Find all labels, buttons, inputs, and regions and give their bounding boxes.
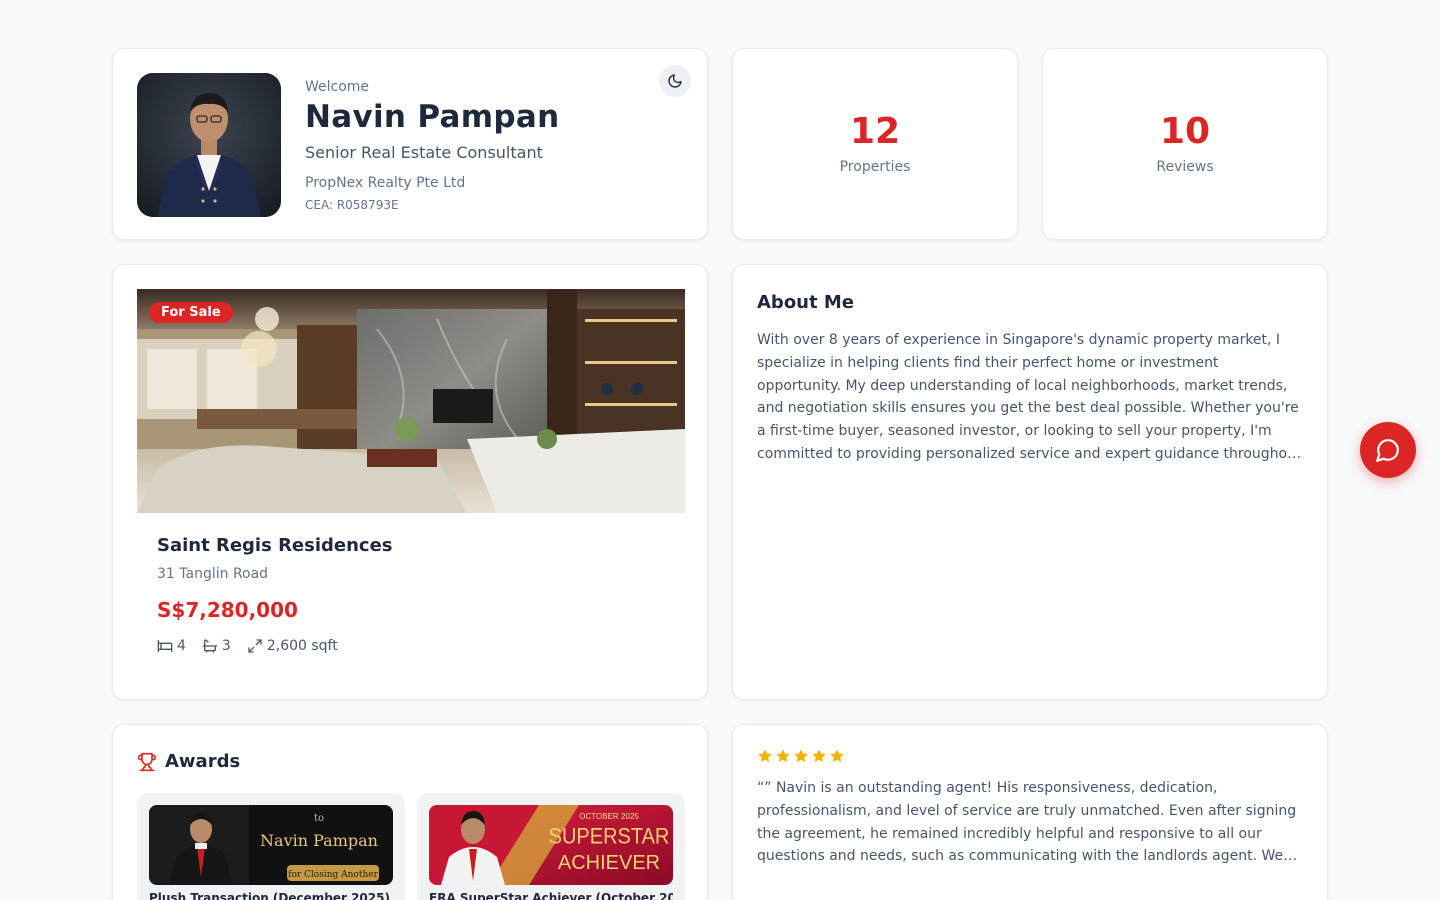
cea-number: CEA: R058793E <box>305 198 399 212</box>
reviews-label: Reviews <box>1156 159 1214 175</box>
welcome-label: Welcome <box>305 79 370 95</box>
review-text: “” Navin is an outstanding agent! His re… <box>757 780 1297 865</box>
award-image-text-closing: for Closing Another <box>288 870 378 880</box>
moon-icon <box>668 74 682 88</box>
star-rating <box>757 748 845 764</box>
star-icon <box>794 749 808 763</box>
bathrooms-feature: 3 <box>202 638 231 654</box>
trophy-icon <box>137 752 157 771</box>
star-icon <box>776 749 790 763</box>
award-image-text-name: Navin Pampan <box>260 831 378 850</box>
award-image[interactable]: OCTOBER 2025 SUPERSTAR ACHIEVER <box>429 805 673 885</box>
review-card: “” Navin is an outstanding agent! His re… <box>732 724 1328 900</box>
profile-card: Welcome Navin Pampan Senior Real Estate … <box>112 48 708 240</box>
about-text: With over 8 years of experience in Singa… <box>757 332 1302 462</box>
award-image-text-date: OCTOBER 2025 <box>579 812 639 821</box>
awards-header: Awards <box>137 751 240 772</box>
star-icon <box>758 749 772 763</box>
bath-icon <box>202 639 218 653</box>
properties-label: Properties <box>839 159 911 175</box>
property-listing-card[interactable]: For Sale Saint Regis Residences 31 Tangl… <box>112 264 708 700</box>
award-item[interactable]: to Navin Pampan for Closing Another Plus… <box>137 793 405 900</box>
theme-toggle-button[interactable] <box>659 65 691 97</box>
award-image-text-achiever: ACHIEVER <box>558 852 660 874</box>
agent-name: Navin Pampan <box>305 99 560 135</box>
properties-count: 12 <box>849 111 901 152</box>
property-price: S$7,280,000 <box>157 598 298 622</box>
agent-photo <box>137 73 281 217</box>
about-me-card: About Me With over 8 years of experience… <box>732 264 1328 700</box>
bedrooms-feature: 4 <box>157 638 186 654</box>
bedrooms-count: 4 <box>177 638 186 654</box>
chat-bubble-icon <box>1376 439 1399 462</box>
chat-button[interactable] <box>1360 422 1416 478</box>
property-address: 31 Tanglin Road <box>157 566 269 582</box>
awards-title: Awards <box>165 751 241 772</box>
stat-card-properties: 12 Properties <box>732 48 1018 240</box>
property-features: 4 3 2,600 sqft <box>157 638 338 654</box>
expand-icon <box>248 639 262 653</box>
for-sale-badge: For Sale <box>149 302 233 323</box>
award-image-text-superstar: SUPERSTAR <box>549 825 670 849</box>
property-name[interactable]: Saint Regis Residences <box>157 535 393 556</box>
area-feature: 2,600 sqft <box>247 638 338 654</box>
property-photo[interactable]: For Sale <box>137 289 685 513</box>
award-item[interactable]: OCTOBER 2025 SUPERSTAR ACHIEVER ERA Supe… <box>417 793 685 900</box>
agent-company: PropNex Realty Pte Ltd <box>305 175 466 191</box>
agent-role: Senior Real Estate Consultant <box>305 143 543 162</box>
award-image[interactable]: to Navin Pampan for Closing Another <box>149 805 393 885</box>
awards-card: Awards to Navin Pampan for Closing Anoth… <box>112 724 708 900</box>
award-image-text-to: to <box>314 813 324 824</box>
bathrooms-count: 3 <box>221 638 231 654</box>
reviews-count: 10 <box>1159 111 1211 152</box>
award-caption: ERA SuperStar Achiever (October 2025) <box>429 891 673 900</box>
star-icon <box>830 749 844 763</box>
stat-card-reviews: 10 Reviews <box>1042 48 1328 240</box>
star-icon <box>812 749 826 763</box>
about-title: About Me <box>757 292 854 313</box>
award-caption: Plush Transaction (December 2025) <box>149 891 390 900</box>
area-size: 2,600 sqft <box>266 638 338 654</box>
bed-icon <box>157 640 173 652</box>
